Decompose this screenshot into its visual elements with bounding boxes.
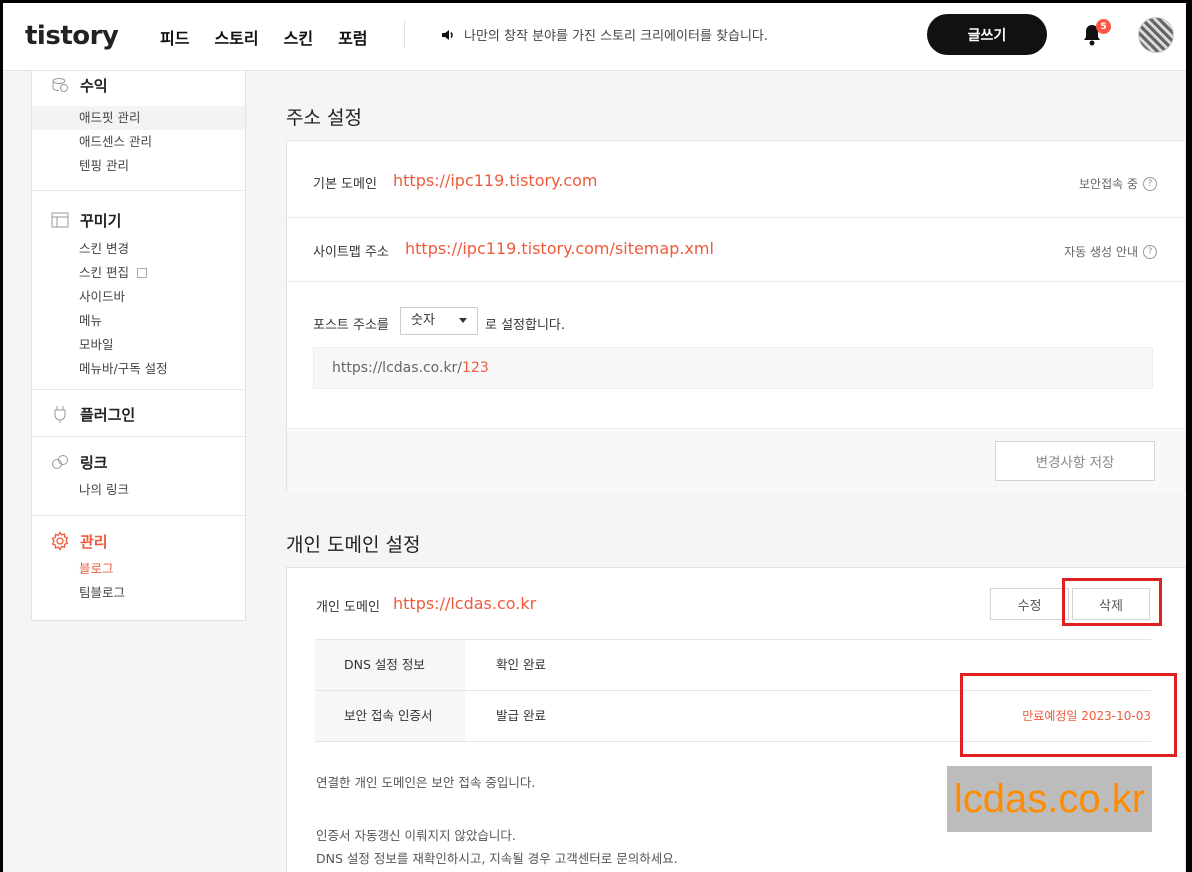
help-icon[interactable]: ? [1143,176,1157,191]
tistory-logo[interactable]: tistory [25,21,119,51]
custom-domain-title: 개인 도메인 설정 [286,534,421,556]
sitemap-link[interactable]: https://ipc119.tistory.com/sitemap.xml [405,239,714,258]
sidebar-group-revenue: 수익 애드핏 관리 애드센스 관리 텐핑 관리 [32,70,245,191]
sidebar-item-team-blog[interactable]: 팀블로그 [32,581,245,605]
post-url-preview: https://lcdas.co.kr/123 [313,347,1153,389]
speaker-icon [442,29,453,40]
write-button[interactable]: 글쓰기 [927,14,1047,55]
sidebar-item-adsense[interactable]: 애드센스 관리 [32,130,245,154]
secure-status: 보안접속 중? [1079,175,1157,192]
plug-icon [50,404,70,424]
sidebar-item-tenping[interactable]: 텐핑 관리 [32,154,245,178]
avatar[interactable] [1138,17,1174,53]
dns-check-note: DNS 설정 정보를 재확인하시고, 지속될 경우 고객센터로 문의하세요. [316,851,678,866]
sidebar-item-blog[interactable]: 블로그 [32,557,245,581]
sitemap-label: 사이트맵 주소 [313,245,389,260]
sidebar: 수익 애드핏 관리 애드센스 관리 텐핑 관리 꾸미기 스킨 변경 스킨 편집 … [31,71,246,621]
address-panel: 기본 도메인 https://ipc119.tistory.com 보안접속 중… [286,140,1186,491]
sidebar-group-manage: 관리 블로그 팀블로그 [32,516,245,618]
nav-forum[interactable]: 포럼 [338,25,367,49]
layout-icon [50,210,70,230]
notice-banner[interactable]: 나만의 창작 분야를 가진 스토리 크리에이터를 찾습니다. [440,25,768,44]
sitemap-row: 사이트맵 주소 https://ipc119.tistory.com/sitem… [287,219,1185,282]
sidebar-item-menu[interactable]: 메뉴 [32,309,245,333]
sidebar-item-sidebar[interactable]: 사이드바 [32,285,245,309]
notice-text: 나만의 창작 분야를 가진 스토리 크리에이터를 찾습니다. [464,29,769,44]
sidebar-group-plugin: 플러그인 [32,390,245,437]
highlight-box [1062,578,1162,626]
renew-warning: 인증서 자동갱신 이뤄지지 않았습니다. [316,828,516,843]
sidebar-item-skin-change[interactable]: 스킨 변경 [32,237,245,261]
nav-skin[interactable]: 스킨 [284,25,313,49]
post-url-suffix: 로 설정합니다. [485,318,566,333]
external-link-icon [136,268,147,278]
nav-feed[interactable]: 피드 [160,25,189,49]
post-url-select[interactable]: 숫자 [400,307,478,335]
sidebar-item-manage[interactable]: 관리 [32,526,245,556]
sidebar-item-adfit[interactable]: 애드핏 관리 [32,106,245,130]
divider [404,21,405,47]
sidebar-item-skin-edit[interactable]: 스킨 편집 [32,261,245,285]
sidebar-group-link: 링크 나의 링크 [32,437,245,516]
sidebar-item-my-link[interactable]: 나의 링크 [32,478,245,502]
sidebar-group-decorate: 꾸미기 스킨 변경 스킨 편집 사이드바 메뉴 모바일 메뉴바/구독 설정 [32,191,245,390]
top-header: tistory 피드 스토리 스킨 포럼 나만의 창작 분야를 가진 스토리 크… [3,3,1186,71]
sitemap-guide: 자동 생성 안내? [1064,243,1157,260]
coins-icon [50,75,70,95]
default-domain-link[interactable]: https://ipc119.tistory.com [393,171,598,190]
highlight-box [960,673,1177,757]
sidebar-item-mobile[interactable]: 모바일 [32,333,245,357]
custom-domain-link[interactable]: https://lcdas.co.kr [393,594,536,613]
link-icon [50,452,70,472]
post-url-label: 포스트 주소를 [313,318,389,333]
nav-story[interactable]: 스토리 [214,25,258,49]
sidebar-item-revenue[interactable]: 수익 [32,70,245,100]
post-url-row: 포스트 주소를 숫자 로 설정합니다. https://lcdas.co.kr/… [287,283,1185,429]
sidebar-item-plugin[interactable]: 플러그인 [32,399,245,429]
default-domain-row: 기본 도메인 https://ipc119.tistory.com 보안접속 중… [287,141,1185,218]
global-nav: 피드 스토리 스킨 포럼 [160,25,368,49]
default-domain-label: 기본 도메인 [313,177,377,192]
save-row: 변경사항 저장 [287,430,1185,491]
watermark: lcdas.co.kr [947,766,1152,832]
sidebar-item-link[interactable]: 링크 [32,447,245,477]
save-button[interactable]: 변경사항 저장 [995,441,1155,481]
sidebar-item-menubar[interactable]: 메뉴바/구독 설정 [32,357,245,381]
secure-note: 연결한 개인 도메인은 보안 접속 중입니다. [316,775,536,790]
custom-domain-label: 개인 도메인 [316,600,380,615]
notification-badge: 5 [1096,19,1111,34]
help-icon[interactable]: ? [1143,244,1157,259]
edit-button[interactable]: 수정 [990,588,1069,620]
app-window: tistory 피드 스토리 스킨 포럼 나만의 창작 분야를 가진 스토리 크… [3,3,1186,872]
chevron-down-icon [459,318,467,323]
gear-icon [50,531,70,551]
address-section-title: 주소 설정 [286,107,362,129]
sidebar-item-decorate[interactable]: 꾸미기 [32,205,245,235]
